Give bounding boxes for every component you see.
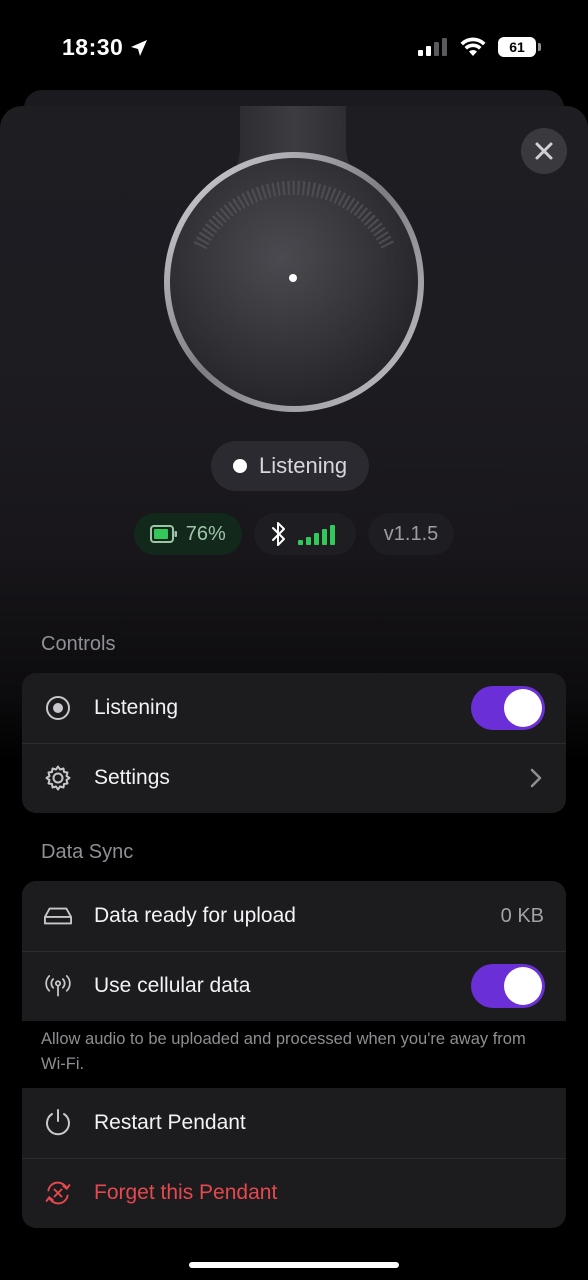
- actions-card: Restart Pendant Forget this Pendant: [22, 1088, 566, 1228]
- bluetooth-icon: [271, 522, 285, 546]
- status-time: 18:30: [62, 34, 149, 61]
- battery-indicator: 61: [498, 37, 541, 57]
- status-dot: [233, 459, 247, 473]
- record-icon: [44, 694, 72, 722]
- pendant-image: [164, 106, 424, 412]
- connection-badge: [253, 513, 356, 555]
- battery-icon: [149, 525, 177, 543]
- home-indicator[interactable]: [189, 1262, 399, 1268]
- listening-label: Listening: [94, 696, 179, 719]
- clock: 18:30: [62, 34, 124, 60]
- restart-row[interactable]: Restart Pendant: [22, 1088, 566, 1158]
- upload-value: 0 KB: [500, 904, 544, 927]
- cellular-signal-icon: [418, 38, 447, 56]
- status-indicators: 61: [418, 37, 541, 57]
- wifi-icon: [460, 37, 486, 56]
- close-button[interactable]: [521, 128, 567, 174]
- data-sync-section-title: Data Sync: [41, 841, 134, 863]
- listening-row: Listening: [22, 673, 566, 743]
- location-arrow-icon: [131, 39, 148, 56]
- forget-row[interactable]: Forget this Pendant: [22, 1158, 566, 1228]
- chevron-right-icon: [530, 768, 542, 788]
- power-icon: [44, 1109, 72, 1137]
- listening-toggle[interactable]: [471, 686, 545, 730]
- device-badges: 76% v1.1.5: [0, 513, 588, 555]
- cellular-label: Use cellular data: [94, 974, 251, 997]
- signal-strength-icon: [297, 525, 335, 545]
- battery-percent: 76%: [185, 522, 226, 545]
- battery-level: 61: [509, 39, 525, 55]
- controls-section-title: Controls: [41, 633, 116, 655]
- forget-label: Forget this Pendant: [94, 1181, 278, 1204]
- data-sync-card: Data ready for upload 0 KB Use cellular …: [22, 881, 566, 1021]
- antenna-icon: [44, 972, 72, 1000]
- restart-label: Restart Pendant: [94, 1111, 246, 1134]
- cellular-footnote: Allow audio to be uploaded and processed…: [41, 1030, 526, 1073]
- gear-icon: [44, 764, 72, 792]
- pendant-illustration: [0, 106, 588, 416]
- device-status-text: Listening: [259, 453, 348, 478]
- close-icon: [535, 142, 553, 160]
- cellular-row: Use cellular data: [22, 951, 566, 1021]
- settings-row[interactable]: Settings: [22, 743, 566, 813]
- upload-row: Data ready for upload 0 KB: [22, 881, 566, 951]
- battery-badge: 76%: [133, 513, 242, 555]
- cellular-toggle[interactable]: [471, 964, 545, 1008]
- upload-label: Data ready for upload: [94, 904, 296, 927]
- forget-icon: [44, 1179, 72, 1207]
- settings-label: Settings: [94, 766, 170, 789]
- screen: 18:30 61 Listening 76% v1.1.5 Controls L…: [0, 0, 588, 1280]
- hard-drive-icon: [44, 902, 72, 930]
- firmware-version: v1.1.5: [383, 522, 439, 545]
- status-bar: 18:30 61: [0, 0, 588, 96]
- firmware-badge: v1.1.5: [367, 513, 455, 555]
- controls-card: Listening Settings: [22, 673, 566, 813]
- device-status-chip: Listening: [211, 441, 370, 491]
